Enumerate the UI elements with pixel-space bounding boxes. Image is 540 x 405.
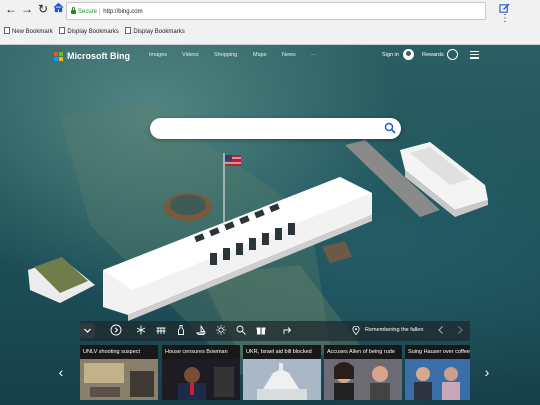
bing-homepage: Microsoft Bing Images Videos Shopping Ma… (0, 45, 540, 405)
news-card[interactable]: Suing Hauser over coffee (405, 345, 470, 400)
forward-button[interactable]: → (20, 2, 34, 16)
search-input[interactable] (160, 121, 384, 137)
bookmark-item[interactable]: Display Bookmarks (59, 26, 119, 38)
nav-images[interactable]: Images (149, 52, 167, 58)
logo-text: Microsoft Bing (67, 51, 130, 61)
page-icon (4, 27, 10, 34)
signin-link[interactable]: Sign in (382, 52, 399, 58)
news-headline: UNLV shooting suspect (80, 345, 158, 359)
nav-maps[interactable]: Maps (253, 52, 266, 58)
share-icon[interactable] (283, 325, 293, 335)
bookmarks-bar: New Bookmark Display Bookmarks Display B… (4, 26, 190, 38)
news-carousel: UNLV shooting suspect House censures Bow… (80, 345, 470, 400)
nav-shopping[interactable]: Shopping (214, 52, 237, 58)
sailboat-icon[interactable] (196, 325, 206, 335)
snowflake-icon[interactable] (136, 325, 146, 335)
search-small-icon[interactable] (236, 325, 246, 335)
location-pin-icon (352, 326, 360, 335)
reload-button[interactable]: ↻ (36, 2, 50, 16)
news-thumbnail (80, 359, 158, 400)
news-thumbnail (405, 359, 470, 400)
news-thumbnail (243, 359, 321, 400)
news-headline: House censures Bowman (162, 345, 240, 359)
menu-button[interactable]: ⋮ (500, 14, 510, 24)
windows-logo-icon (54, 51, 63, 61)
news-headline: Suing Hauser over coffee (405, 345, 470, 359)
back-button[interactable]: ← (4, 2, 18, 16)
news-card[interactable]: UKR, Israel aid bill blocked (243, 345, 321, 400)
chevron-down-icon (84, 328, 91, 333)
nav-news[interactable]: News (282, 52, 296, 58)
play-circle-icon[interactable] (110, 324, 122, 336)
bookmark-label: Display Bookmarks (67, 29, 119, 35)
rewards-link[interactable]: Rewards (422, 52, 444, 58)
news-card[interactable]: Accuses Allen of being rude (324, 345, 402, 400)
image-caption[interactable]: Remembering the fallen (365, 327, 423, 333)
bookmark-label: New Bookmark (12, 29, 53, 35)
secure-label: Secure (78, 9, 98, 15)
bookmark-item[interactable]: New Bookmark (4, 26, 53, 38)
news-card[interactable]: House censures Bowman (162, 345, 240, 400)
sun-icon[interactable] (216, 325, 226, 335)
user-avatar-icon[interactable] (403, 49, 414, 60)
carousel-prev-button[interactable]: ‹ (56, 365, 66, 379)
news-headline: Accuses Allen of being rude (324, 345, 402, 359)
bottle-icon[interactable] (176, 325, 186, 335)
page-icon (59, 27, 66, 34)
chevron-right-icon[interactable] (456, 325, 464, 335)
news-headline: UKR, Israel aid bill blocked (243, 345, 321, 359)
page-icon (125, 27, 132, 34)
gift-icon[interactable] (256, 325, 266, 335)
address-bar[interactable]: Secure | http://bing.com (66, 2, 486, 20)
news-thumbnail (162, 359, 240, 400)
news-thumbnail (324, 359, 402, 400)
bing-logo[interactable]: Microsoft Bing (54, 50, 130, 62)
bridge-icon[interactable] (156, 325, 166, 335)
bookmark-label: Display Bookmarks (133, 29, 185, 35)
lock-icon (71, 7, 76, 14)
news-card[interactable]: UNLV shooting suspect (80, 345, 158, 400)
url-text: http://bing.com (103, 9, 143, 15)
browser-toolbar: ← → ↻ Secure | http://bing.com ⋮ New Book… (0, 0, 540, 45)
bookmark-item[interactable]: Display Bookmarks (125, 26, 185, 38)
nav-videos[interactable]: Videos (182, 52, 199, 58)
home-icon (53, 2, 63, 13)
rewards-medal-icon[interactable] (447, 49, 458, 60)
collapse-button[interactable] (80, 323, 95, 338)
search-box (150, 118, 401, 139)
home-button[interactable] (51, 2, 65, 16)
nav-more[interactable]: ··· (311, 52, 317, 58)
hamburger-menu-icon[interactable] (470, 51, 479, 59)
bing-header: Microsoft Bing Images Videos Shopping Ma… (0, 45, 540, 67)
carousel-next-button[interactable]: › (482, 365, 492, 379)
chevron-left-icon[interactable] (437, 325, 445, 335)
search-icon[interactable] (384, 122, 396, 134)
